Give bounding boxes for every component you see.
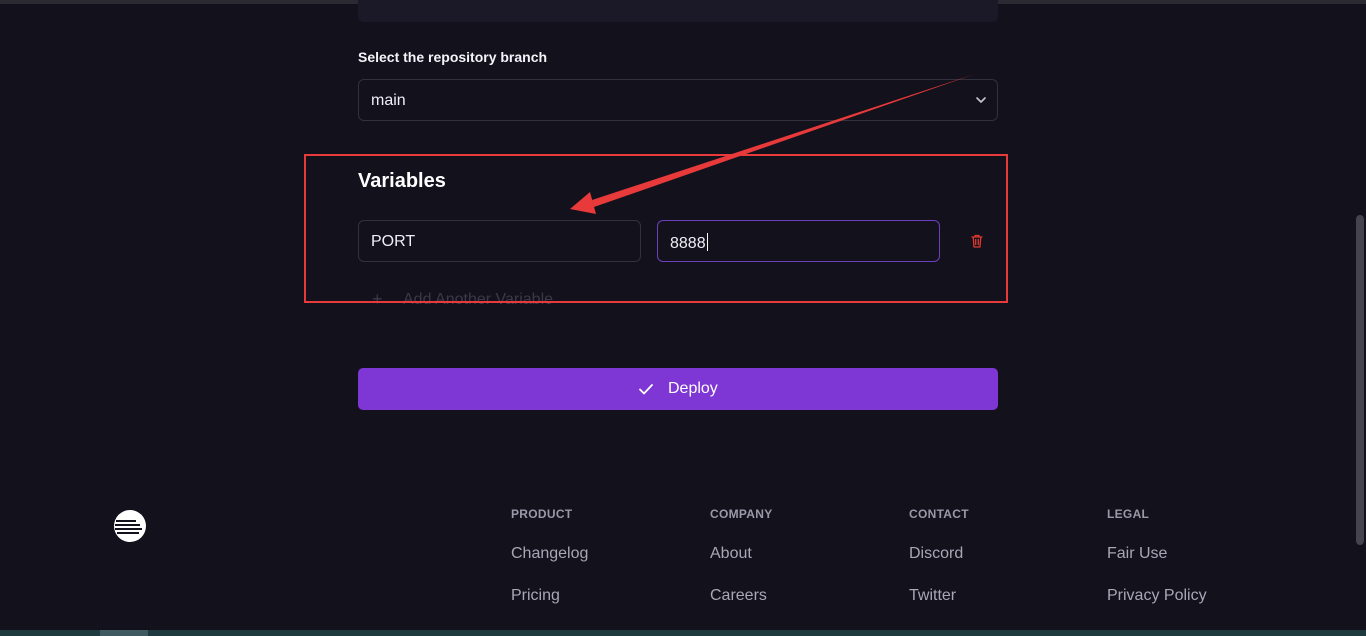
variable-name-value: PORT bbox=[371, 233, 416, 250]
trash-icon[interactable] bbox=[969, 233, 985, 249]
footer-link-changelog[interactable]: Changelog bbox=[511, 545, 588, 563]
variables-heading: Variables bbox=[358, 170, 446, 192]
footer-link-pricing[interactable]: Pricing bbox=[511, 587, 560, 605]
footer-link-privacy-policy[interactable]: Privacy Policy bbox=[1107, 587, 1207, 605]
deploy-label: Deploy bbox=[668, 380, 718, 397]
footer-link-fair-use[interactable]: Fair Use bbox=[1107, 545, 1167, 563]
scrollbar-thumb[interactable] bbox=[1356, 215, 1364, 545]
taskbar-edge bbox=[0, 630, 1366, 636]
chevron-down-icon bbox=[976, 97, 986, 103]
check-icon bbox=[639, 384, 653, 395]
branch-select[interactable]: main bbox=[358, 79, 998, 121]
footer-legal-heading: LEGAL bbox=[1107, 507, 1150, 521]
footer-product-heading: PRODUCT bbox=[511, 507, 573, 521]
footer-contact-heading: CONTACT bbox=[909, 507, 969, 521]
plus-icon: + bbox=[372, 289, 383, 309]
branch-select-value: main bbox=[371, 92, 406, 109]
footer-link-careers[interactable]: Careers bbox=[710, 587, 767, 605]
text-caret bbox=[706, 233, 708, 251]
branch-select-label: Select the repository branch bbox=[358, 49, 548, 65]
previous-field-card bbox=[358, 0, 998, 22]
taskbar-active-item[interactable] bbox=[100, 630, 148, 636]
footer-link-discord[interactable]: Discord bbox=[909, 545, 963, 563]
deploy-button[interactable]: Deploy bbox=[358, 368, 998, 410]
footer-company-heading: COMPANY bbox=[710, 507, 773, 521]
add-variable-label: Add Another Variable bbox=[403, 291, 554, 308]
variable-value-input[interactable]: 8888 bbox=[657, 220, 940, 262]
variable-value-text: 8888 bbox=[670, 233, 708, 252]
footer-link-about[interactable]: About bbox=[710, 545, 752, 563]
railway-logo-icon[interactable] bbox=[113, 509, 147, 543]
footer-link-twitter[interactable]: Twitter bbox=[909, 587, 956, 605]
variable-name-input[interactable]: PORT bbox=[358, 220, 641, 262]
page: Select the repository branch main Variab… bbox=[0, 0, 1366, 636]
